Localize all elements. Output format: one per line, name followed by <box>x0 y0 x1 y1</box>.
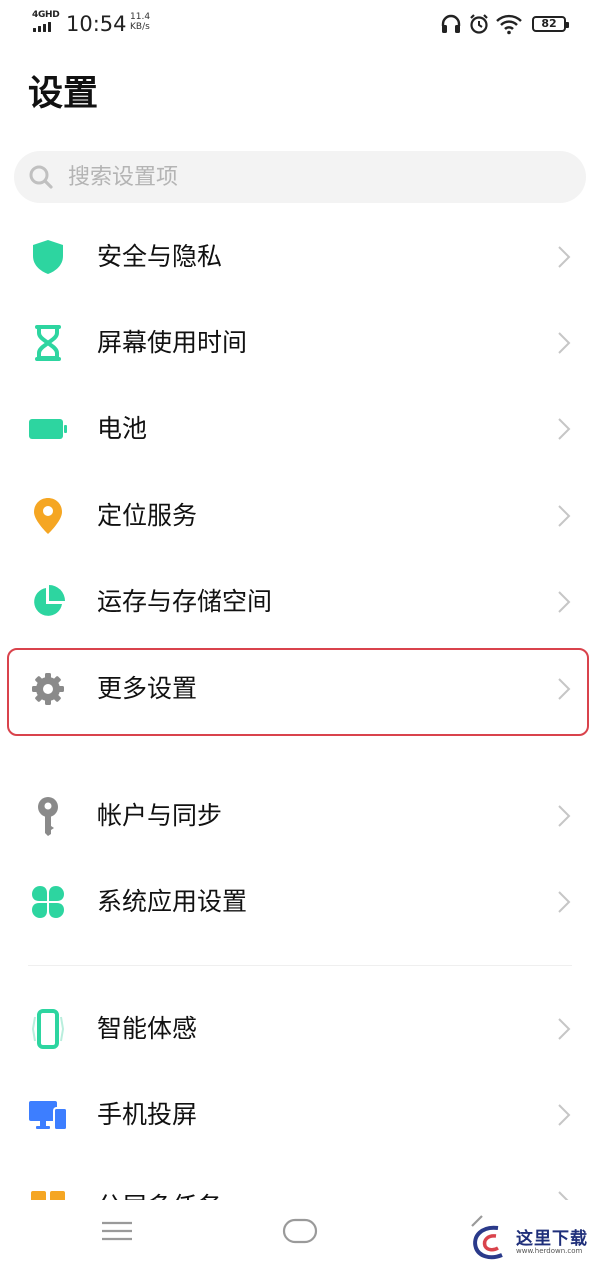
battery-icon <box>28 409 68 449</box>
settings-item-smart-motion[interactable]: 智能体感 <box>0 986 600 1072</box>
status-bar: 4GHD 10:54 11.4 KB/s 82 <box>0 0 600 48</box>
location-pin-icon <box>28 496 68 536</box>
hourglass-icon <box>28 323 68 363</box>
chevron-right-icon <box>558 678 571 700</box>
shield-icon <box>28 237 68 277</box>
headset-icon <box>441 14 461 33</box>
chevron-right-icon <box>558 1018 571 1040</box>
settings-item-label: 手机投屏 <box>97 1100 198 1129</box>
settings-item-memory-storage[interactable]: 运存与存储空间 <box>0 559 600 645</box>
wifi-icon <box>496 14 522 35</box>
watermark-url: www.herdown.com <box>516 1247 583 1255</box>
settings-item-location[interactable]: 定位服务 <box>0 473 600 559</box>
chevron-right-icon <box>558 1104 571 1126</box>
home-button-icon[interactable] <box>282 1216 318 1246</box>
search-input[interactable] <box>68 157 538 197</box>
watermark-emblem-icon <box>473 1225 503 1260</box>
page-title: 设置 <box>28 74 99 114</box>
settings-item-accounts-sync[interactable]: 帐户与同步 <box>0 773 600 859</box>
chevron-right-icon <box>558 505 571 527</box>
search-icon <box>29 165 53 189</box>
network-type: 4GHD <box>32 10 60 20</box>
network-speed-unit: KB/s <box>130 22 150 32</box>
chevron-right-icon <box>558 591 571 613</box>
settings-item-label: 定位服务 <box>97 501 198 530</box>
network-speed: 11.4 KB/s <box>130 12 150 32</box>
alarm-icon <box>470 14 488 34</box>
chevron-right-icon <box>558 332 571 354</box>
settings-item-system-apps[interactable]: 系统应用设置 <box>0 859 600 945</box>
key-icon <box>28 796 68 836</box>
phone-vibrate-icon <box>28 1009 68 1049</box>
settings-item-label: 运存与存储空间 <box>97 587 273 616</box>
settings-item-label: 智能体感 <box>97 1014 198 1043</box>
settings-item-screen-cast[interactable]: 手机投屏 <box>0 1072 600 1158</box>
settings-item-label: 更多设置 <box>97 674 198 703</box>
network-speed-value: 11.4 <box>130 12 151 22</box>
settings-item-label: 帐户与同步 <box>97 801 223 830</box>
screen-cast-icon <box>28 1095 68 1135</box>
settings-item-label: 安全与隐私 <box>97 242 223 271</box>
section-divider <box>28 965 572 966</box>
gear-icon <box>28 669 68 709</box>
settings-item-screen-time[interactable]: 屏幕使用时间 <box>0 300 600 386</box>
battery-icon: 82 <box>532 16 569 32</box>
chevron-right-icon <box>558 418 571 440</box>
pie-chart-icon <box>28 582 68 622</box>
chevron-right-icon <box>558 805 571 827</box>
settings-item-battery[interactable]: 电池 <box>0 386 600 472</box>
settings-item-label: 电池 <box>97 414 148 443</box>
settings-item-label: 屏幕使用时间 <box>97 328 248 357</box>
apps-clover-icon <box>28 882 68 922</box>
search-bar[interactable] <box>14 151 586 203</box>
settings-item-label: 系统应用设置 <box>97 887 248 916</box>
menu-icon[interactable] <box>100 1216 134 1246</box>
battery-level: 82 <box>541 17 557 30</box>
chevron-right-icon <box>558 891 571 913</box>
settings-item-more-settings[interactable]: 更多设置 <box>0 646 600 732</box>
watermark-text: 这里下载 <box>516 1229 588 1249</box>
chevron-right-icon <box>558 246 571 268</box>
cellular-signal-icon: 4GHD <box>32 10 60 34</box>
watermark-logo: 这里下载 www.herdown.com <box>468 1222 596 1264</box>
status-time: 10:54 <box>66 12 127 36</box>
settings-item-security-privacy[interactable]: 安全与隐私 <box>0 214 600 300</box>
